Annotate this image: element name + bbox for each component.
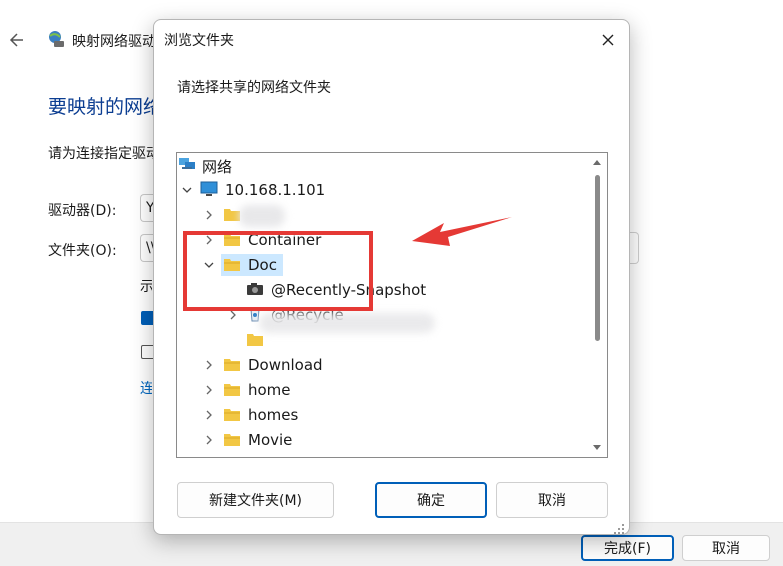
chevron-right-icon[interactable] [204,385,214,395]
tree-item-download[interactable]: Download [177,353,587,378]
annotation-arrow-icon [412,217,512,246]
dialog-title: 浏览文件夹 [164,33,234,49]
folder-label: 文件夹(O): [48,243,117,259]
tree-label: Movie [248,431,293,449]
tree-label: Download [248,356,323,374]
drive-label: 驱动器(D): [48,203,117,219]
network-icon [179,158,195,169]
tree-label: 10.168.1.101 [225,181,326,199]
finish-button[interactable]: 完成(F) [581,535,674,561]
dialog-cancel-button[interactable]: 取消 [496,482,608,518]
tree-item-home[interactable]: home [177,378,587,403]
chevron-right-icon[interactable] [204,360,214,370]
tree-label: home [248,381,291,399]
tree-item-homes[interactable]: homes [177,403,587,428]
folder-icon [224,384,240,396]
tree-label: homes [248,406,299,424]
tree-item-network[interactable]: 网络 [177,153,587,178]
tree-item-hidden-2[interactable] [177,328,587,353]
scrollbar-thumb[interactable] [595,175,600,341]
computer-icon [200,181,218,196]
folder-icon [224,359,240,371]
folder-icon [224,434,240,446]
back-arrow-icon[interactable] [8,30,28,50]
resize-grip-icon[interactable] [612,522,626,536]
example-text: 示例: \\server\share [140,279,152,295]
tree-item-host[interactable]: 10.168.1.101 [177,178,587,203]
close-icon[interactable] [596,28,620,52]
chevron-right-icon[interactable] [204,435,214,445]
new-folder-button[interactable]: 新建文件夹(M) [177,482,334,518]
dialog-prompt: 请选择共享的网络文件夹 [177,80,331,96]
folder-icon [247,334,263,346]
tree-label: 网络 [202,158,233,176]
tree-item-movie[interactable]: Movie [177,428,587,453]
chevron-right-icon[interactable] [204,410,214,420]
ok-button[interactable]: 确定 [375,482,487,518]
website-link[interactable]: 连接到可用于存储文档和图片的网站。 [140,378,152,398]
folder-icon [224,409,240,421]
tree-item-hidden[interactable] [177,203,587,228]
tree-scrollbar[interactable] [591,155,601,455]
network-drive-icon [49,31,64,47]
wizard-cancel-button[interactable]: 取消 [682,535,770,561]
annotation-highlight-box [183,231,373,311]
redacted-blur [239,205,285,227]
scroll-down-icon[interactable] [593,445,601,451]
chevron-right-icon[interactable] [204,210,214,220]
chevron-right-icon[interactable] [228,310,238,320]
chevron-down-icon[interactable] [182,185,192,195]
scroll-up-icon[interactable] [593,159,601,165]
